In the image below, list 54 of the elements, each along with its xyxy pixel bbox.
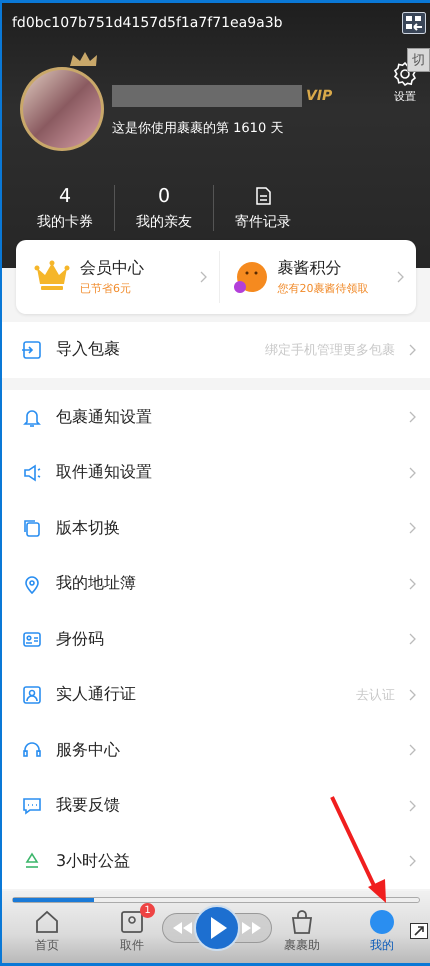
chevron-icon [409,633,416,646]
stat-button[interactable]: 寄件记录 [213,185,312,231]
location-pin-icon [22,574,42,594]
home-icon [34,909,60,935]
copy-icon [22,518,42,538]
chevron-icon [397,271,404,283]
person-card-icon [22,684,42,705]
chevron-icon [200,271,206,283]
window-title: fd0bc107b751d4157d5f1a7f71ea9a3b [12,15,282,31]
bag-icon [289,909,315,935]
tooltip: 切 [407,48,430,72]
menu-item[interactable]: 3小时公益 [2,834,430,889]
import-icon [22,340,42,360]
count-badge: 1 [140,903,155,918]
menu-item[interactable]: 我要反馈 [2,778,430,834]
menu-item[interactable]: 版本切换 [2,500,430,556]
menu-item[interactable]: 身份码 [2,612,430,667]
id-card-icon [22,629,42,650]
chevron-icon [409,344,416,356]
menu-item[interactable]: 服务中心 [2,722,430,778]
chevron-icon [409,688,416,701]
card-subtitle: 您有20裹酱待领取 [278,281,370,296]
stat-button[interactable]: 4 我的卡券 [16,185,114,231]
card-title: 裹酱积分 [278,258,342,279]
document-icon [255,187,271,205]
menu-item[interactable]: 取件通知设置 [2,445,430,500]
chevron-icon [409,522,416,534]
chat-bubble-icon [22,796,42,816]
play-icon[interactable] [194,905,240,951]
mascot-icon [232,260,268,294]
tab[interactable]: 裹裹助 [277,903,327,954]
usage-days-text: 这是你使用裹裹的第 1610 天 [112,120,284,137]
chevron-icon [409,578,416,590]
menu-item[interactable]: 包裹通知设置 [2,390,430,445]
menu-item[interactable]: 我的地址簿 [2,556,430,612]
card-link[interactable]: 会员中心 已节省6元 [16,251,218,303]
chevron-icon [409,744,416,756]
chevron-icon [409,800,416,812]
layout-switch-icon[interactable] [402,12,426,34]
speaker-icon [22,462,42,483]
expand-icon[interactable] [410,923,428,939]
bell-icon [22,407,42,428]
vip-label: VIP [306,88,332,104]
chevron-icon [409,466,416,479]
tab[interactable]: 取件 1 [107,903,157,954]
chevron-icon [409,411,416,424]
card-title: 会员中心 [80,258,145,279]
chevron-icon [409,855,416,868]
card-subtitle: 已节省6元 [80,281,132,296]
card-link[interactable]: 裹酱积分 您有20裹酱待领取 [218,251,416,303]
tab[interactable]: 我的 [357,903,407,954]
crown-icon [68,51,98,67]
tab[interactable]: 首页 [22,903,72,954]
stat-button[interactable]: 0 我的亲友 [114,185,213,231]
